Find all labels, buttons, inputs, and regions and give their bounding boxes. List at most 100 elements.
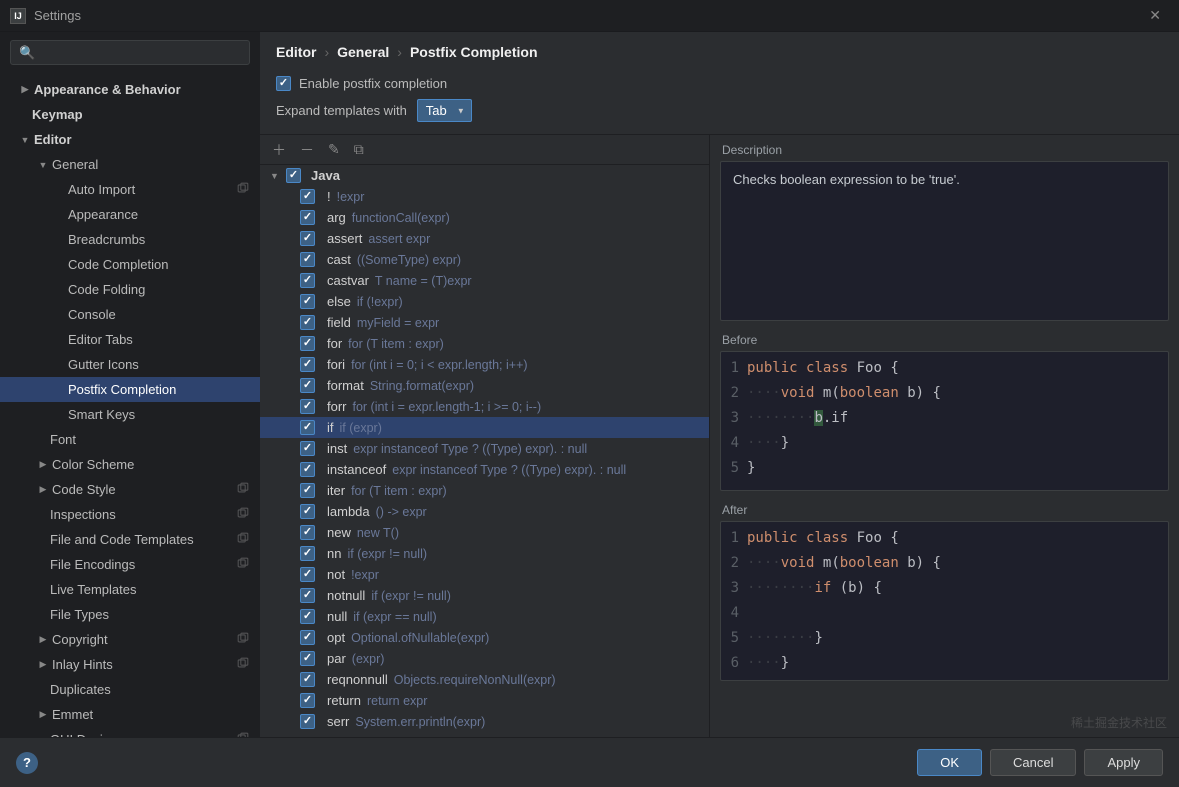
- expand-with-select[interactable]: Tab: [417, 99, 472, 122]
- postfix-item-arg[interactable]: argfunctionCall(expr): [260, 207, 709, 228]
- postfix-checkbox[interactable]: [300, 651, 315, 666]
- description-label: Description: [722, 143, 1169, 157]
- postfix-checkbox[interactable]: [300, 609, 315, 624]
- cancel-button[interactable]: Cancel: [990, 749, 1076, 776]
- postfix-item-serr[interactable]: serrSystem.err.println(expr): [260, 711, 709, 732]
- settings-tree[interactable]: ▶Appearance & BehaviorKeymap▼Editor▼Gene…: [0, 73, 260, 737]
- postfix-item-return[interactable]: returnreturn expr: [260, 690, 709, 711]
- postfix-item-new[interactable]: newnew T(): [260, 522, 709, 543]
- postfix-item-[interactable]: !!expr: [260, 186, 709, 207]
- sidebar-item-gutter-icons[interactable]: Gutter Icons: [0, 352, 260, 377]
- sidebar-item-code-completion[interactable]: Code Completion: [0, 252, 260, 277]
- remove-icon[interactable]: －: [300, 140, 314, 160]
- sidebar-item-postfix-completion[interactable]: Postfix Completion: [0, 377, 260, 402]
- sidebar-item-live-templates[interactable]: Live Templates: [0, 577, 260, 602]
- postfix-checkbox[interactable]: [300, 210, 315, 225]
- sidebar-item-font[interactable]: Font: [0, 427, 260, 452]
- postfix-item-iter[interactable]: iterfor (T item : expr): [260, 480, 709, 501]
- sidebar-item-breadcrumbs[interactable]: Breadcrumbs: [0, 227, 260, 252]
- postfix-checkbox[interactable]: [300, 441, 315, 456]
- search-input[interactable]: [10, 40, 250, 65]
- postfix-item-opt[interactable]: optOptional.ofNullable(expr): [260, 627, 709, 648]
- sidebar-item-editor[interactable]: ▼Editor: [0, 127, 260, 152]
- sidebar-item-file-types[interactable]: File Types: [0, 602, 260, 627]
- sidebar-item-duplicates[interactable]: Duplicates: [0, 677, 260, 702]
- postfix-item-not[interactable]: not!expr: [260, 564, 709, 585]
- sidebar-item-auto-import[interactable]: Auto Import: [0, 177, 260, 202]
- postfix-group-java[interactable]: ▼Java: [260, 165, 709, 186]
- postfix-item-forr[interactable]: forrfor (int i = expr.length-1; i >= 0; …: [260, 396, 709, 417]
- postfix-checkbox[interactable]: [300, 357, 315, 372]
- postfix-checkbox[interactable]: [300, 231, 315, 246]
- postfix-checkbox[interactable]: [300, 336, 315, 351]
- postfix-checkbox[interactable]: [300, 420, 315, 435]
- postfix-item-field[interactable]: fieldmyField = expr: [260, 312, 709, 333]
- ok-button[interactable]: OK: [917, 749, 982, 776]
- sidebar-item-file-and-code-templates[interactable]: File and Code Templates: [0, 527, 260, 552]
- postfix-checkbox[interactable]: [300, 294, 315, 309]
- postfix-checkbox[interactable]: [300, 714, 315, 729]
- postfix-item-castvar[interactable]: castvarT name = (T)expr: [260, 270, 709, 291]
- edit-icon[interactable]: ✎: [328, 141, 340, 158]
- postfix-checkbox[interactable]: [300, 567, 315, 582]
- postfix-checkbox[interactable]: [300, 252, 315, 267]
- sidebar-item-smart-keys[interactable]: Smart Keys: [0, 402, 260, 427]
- postfix-item-nn[interactable]: nnif (expr != null): [260, 543, 709, 564]
- sidebar-item-inspections[interactable]: Inspections: [0, 502, 260, 527]
- before-code: 1public class Foo { 2····void m(boolean …: [720, 351, 1169, 491]
- postfix-item-fori[interactable]: forifor (int i = 0; i < expr.length; i++…: [260, 354, 709, 375]
- postfix-checkbox[interactable]: [300, 630, 315, 645]
- sidebar-item-gui-designer[interactable]: GUI Designer: [0, 727, 260, 737]
- sidebar-item-appearance[interactable]: Appearance: [0, 202, 260, 227]
- enable-postfix-checkbox[interactable]: [276, 76, 291, 91]
- sidebar-item-inlay-hints[interactable]: ▶Inlay Hints: [0, 652, 260, 677]
- postfix-checkbox[interactable]: [300, 672, 315, 687]
- sidebar-item-appearance-behavior[interactable]: ▶Appearance & Behavior: [0, 77, 260, 102]
- project-badge-icon: [236, 631, 250, 648]
- add-icon[interactable]: ＋: [272, 140, 286, 160]
- postfix-item-instanceof[interactable]: instanceofexpr instanceof Type ? ((Type)…: [260, 459, 709, 480]
- postfix-checkbox[interactable]: [300, 546, 315, 561]
- postfix-checkbox[interactable]: [300, 483, 315, 498]
- postfix-item-null[interactable]: nullif (expr == null): [260, 606, 709, 627]
- postfix-checkbox[interactable]: [300, 315, 315, 330]
- group-checkbox[interactable]: [286, 168, 301, 183]
- postfix-checkbox[interactable]: [300, 525, 315, 540]
- postfix-item-else[interactable]: elseif (!expr): [260, 291, 709, 312]
- postfix-item-notnull[interactable]: notnullif (expr != null): [260, 585, 709, 606]
- sidebar-item-keymap[interactable]: Keymap: [0, 102, 260, 127]
- postfix-item-assert[interactable]: assertassert expr: [260, 228, 709, 249]
- postfix-item-reqnonnull[interactable]: reqnonnullObjects.requireNonNull(expr): [260, 669, 709, 690]
- postfix-checkbox[interactable]: [300, 462, 315, 477]
- sidebar-item-emmet[interactable]: ▶Emmet: [0, 702, 260, 727]
- sidebar-item-code-style[interactable]: ▶Code Style: [0, 477, 260, 502]
- help-icon[interactable]: ?: [16, 752, 38, 774]
- copy-icon[interactable]: ⧉: [354, 141, 364, 158]
- sidebar-item-copyright[interactable]: ▶Copyright: [0, 627, 260, 652]
- postfix-item-format[interactable]: formatString.format(expr): [260, 375, 709, 396]
- postfix-checkbox[interactable]: [300, 273, 315, 288]
- postfix-checkbox[interactable]: [300, 378, 315, 393]
- postfix-list[interactable]: ▼Java!!exprargfunctionCall(expr)assertas…: [260, 165, 709, 737]
- close-icon[interactable]: ✕: [1141, 3, 1169, 28]
- sidebar-item-editor-tabs[interactable]: Editor Tabs: [0, 327, 260, 352]
- postfix-checkbox[interactable]: [300, 588, 315, 603]
- sidebar-item-file-encodings[interactable]: File Encodings: [0, 552, 260, 577]
- postfix-checkbox[interactable]: [300, 399, 315, 414]
- postfix-checkbox[interactable]: [300, 504, 315, 519]
- postfix-checkbox[interactable]: [300, 693, 315, 708]
- sidebar-item-color-scheme[interactable]: ▶Color Scheme: [0, 452, 260, 477]
- postfix-item-for[interactable]: forfor (T item : expr): [260, 333, 709, 354]
- before-label: Before: [722, 333, 1169, 347]
- sidebar-item-console[interactable]: Console: [0, 302, 260, 327]
- postfix-checkbox[interactable]: [300, 189, 315, 204]
- apply-button[interactable]: Apply: [1084, 749, 1163, 776]
- sidebar-item-code-folding[interactable]: Code Folding: [0, 277, 260, 302]
- postfix-item-par[interactable]: par(expr): [260, 648, 709, 669]
- postfix-item-if[interactable]: ifif (expr): [260, 417, 709, 438]
- postfix-item-cast[interactable]: cast((SomeType) expr): [260, 249, 709, 270]
- postfix-item-lambda[interactable]: lambda() -> expr: [260, 501, 709, 522]
- after-label: After: [722, 503, 1169, 517]
- postfix-item-inst[interactable]: instexpr instanceof Type ? ((Type) expr)…: [260, 438, 709, 459]
- sidebar-item-general[interactable]: ▼General: [0, 152, 260, 177]
